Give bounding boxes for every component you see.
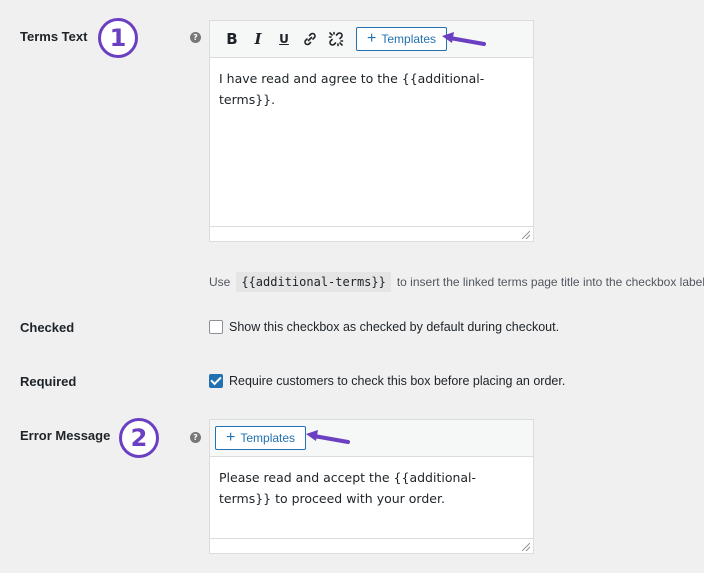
help-icon[interactable]: ? <box>190 432 201 443</box>
plus-icon: + <box>367 30 377 47</box>
editor-statusbar <box>210 538 533 553</box>
required-checkbox-label[interactable]: Require customers to check this box befo… <box>229 374 565 388</box>
required-label: Required <box>20 374 77 389</box>
help-text-after: to insert the linked terms page title in… <box>396 275 704 289</box>
templates-button-label: Templates <box>381 32 437 46</box>
checked-checkbox[interactable] <box>209 320 223 334</box>
templates-button[interactable]: + Templates <box>356 27 448 51</box>
checked-option[interactable]: Show this checkbox as checked by default… <box>209 320 559 334</box>
templates-button-label: Templates <box>240 431 296 445</box>
link-icon[interactable] <box>298 27 322 51</box>
help-text-code: {{additional-terms}} <box>236 272 391 292</box>
required-checkbox[interactable] <box>209 374 223 388</box>
underline-button[interactable]: U <box>272 27 296 51</box>
terms-help-text: Use {{additional-terms}} to insert the l… <box>209 272 704 292</box>
bold-button[interactable]: B <box>220 27 244 51</box>
templates-button[interactable]: + Templates <box>215 426 307 450</box>
error-message-editor: + Templates Please read and accept the {… <box>209 419 534 554</box>
help-icon[interactable]: ? <box>190 32 201 43</box>
error-message-label: Error Message <box>20 428 111 443</box>
step-1-badge: 1 <box>98 18 138 58</box>
checked-checkbox-label[interactable]: Show this checkbox as checked by default… <box>229 320 559 334</box>
error-message-content[interactable]: Please read and accept the {{additional-… <box>210 457 510 519</box>
checked-label: Checked <box>20 320 75 335</box>
resize-handle-icon[interactable] <box>522 543 530 551</box>
help-text-before: Use <box>209 275 231 289</box>
italic-button[interactable]: I <box>246 27 270 51</box>
editor-statusbar <box>210 226 533 241</box>
step-2-badge: 2 <box>119 418 159 458</box>
plus-icon: + <box>226 429 236 446</box>
editor-toolbar: + Templates <box>210 420 533 457</box>
terms-text-content[interactable]: I have read and agree to the {{additiona… <box>210 58 533 120</box>
annotation-arrow-2 <box>306 430 350 444</box>
required-option[interactable]: Require customers to check this box befo… <box>209 374 565 388</box>
terms-text-label: Terms Text <box>20 29 88 44</box>
annotation-arrow-1 <box>442 32 486 46</box>
unlink-icon[interactable] <box>324 27 348 51</box>
terms-text-editor: B I U + Templates I have read and agree … <box>209 20 534 242</box>
resize-handle-icon[interactable] <box>522 231 530 239</box>
